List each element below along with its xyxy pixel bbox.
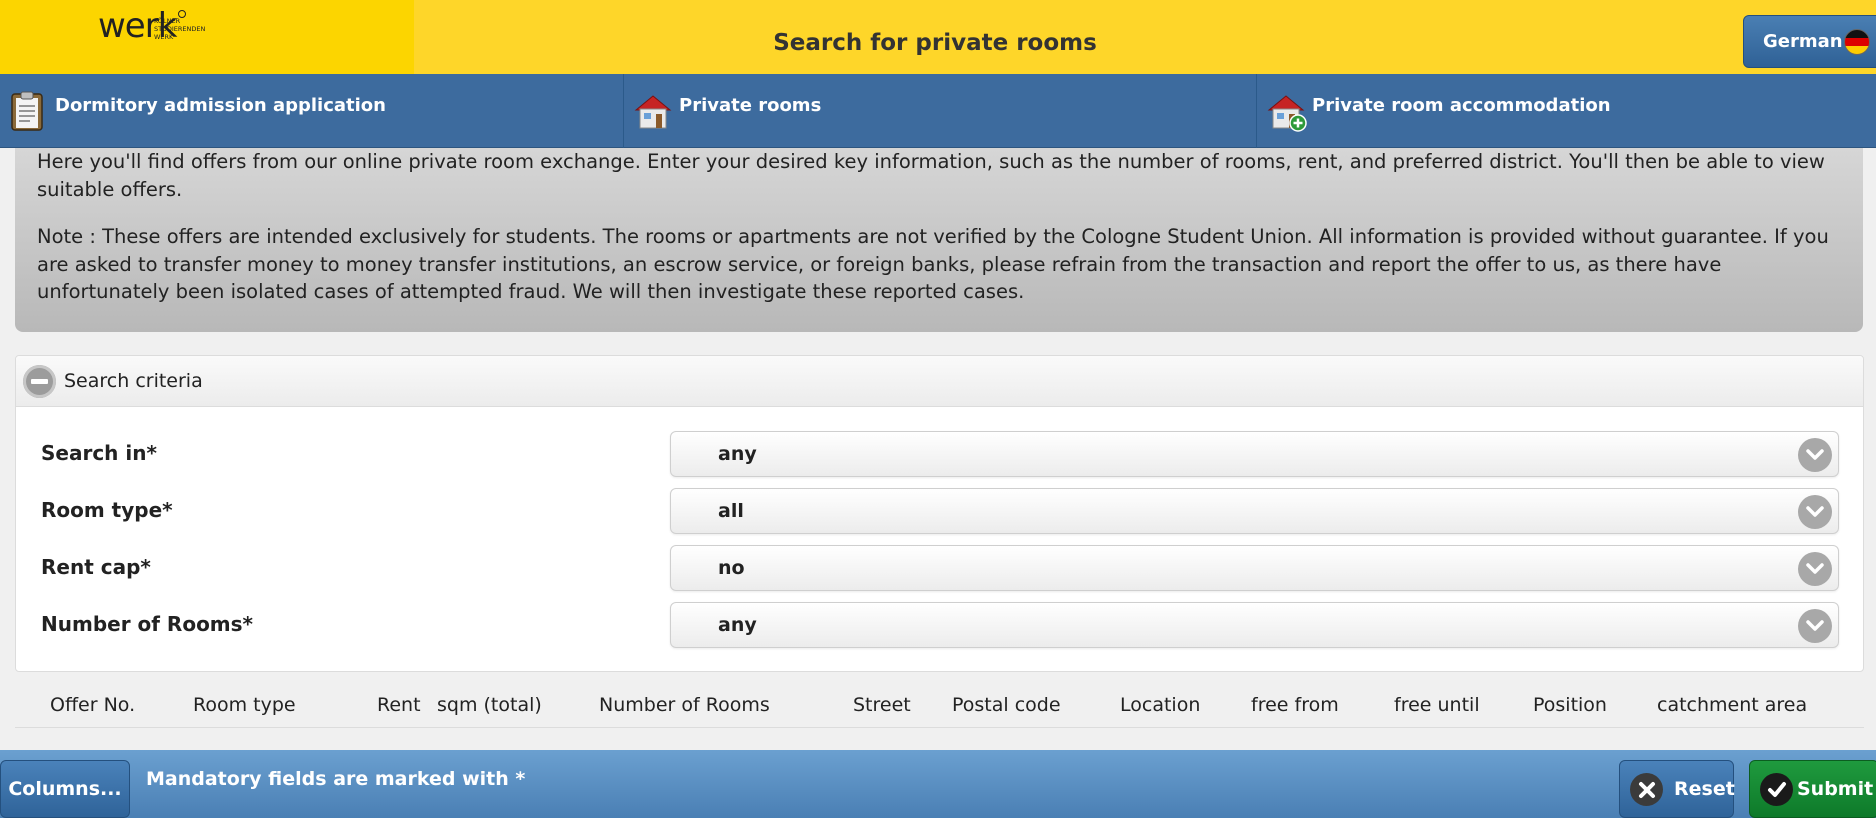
column-header-room-type[interactable]: Room type: [193, 694, 296, 716]
column-header-location[interactable]: Location: [1120, 694, 1200, 716]
main-nav: Dormitory admission application Private …: [0, 74, 1876, 148]
mandatory-note: Mandatory fields are marked with *: [146, 768, 526, 790]
info-paragraph-intro: Here you'll find offers from our online …: [37, 150, 1825, 201]
footer-toolbar: Columns... Mandatory fields are marked w…: [0, 750, 1876, 818]
column-header-street[interactable]: Street: [853, 694, 911, 716]
info-box: Here you'll find offers from our online …: [15, 148, 1863, 332]
select-value: any: [718, 443, 757, 465]
room-type-label: Room type*: [41, 498, 173, 522]
column-header-sqm[interactable]: sqm (total): [437, 694, 542, 716]
select-value: all: [718, 500, 744, 522]
number-of-rooms-label: Number of Rooms*: [41, 612, 254, 636]
nav-item-dormitory-admission[interactable]: Dormitory admission application: [0, 74, 624, 148]
search-in-label: Search in*: [41, 441, 157, 465]
column-header-number-of-rooms[interactable]: Number of Rooms: [599, 694, 770, 716]
nav-item-private-room-accommodation[interactable]: Private room accommodation: [1257, 74, 1876, 148]
chevron-down-icon: [1798, 552, 1832, 586]
column-header-offer-no[interactable]: Offer No.: [50, 694, 135, 716]
house-icon: [632, 90, 674, 132]
chevron-down-icon: [1798, 495, 1832, 529]
reset-label: Reset: [1674, 778, 1735, 800]
columns-button[interactable]: Columns...: [0, 760, 130, 818]
nav-item-private-rooms[interactable]: Private rooms: [624, 74, 1257, 148]
search-criteria-panel: Search criteria Search in* any Room type…: [15, 355, 1864, 672]
column-header-postal-code[interactable]: Postal code: [952, 694, 1061, 716]
column-header-position[interactable]: Position: [1533, 694, 1607, 716]
column-header-free-from[interactable]: free from: [1251, 694, 1339, 716]
chevron-down-icon: [1798, 609, 1832, 643]
nav-label: Private room accommodation: [1312, 95, 1611, 116]
logo-subtitle: KÖLNER STUDIERENDEN WERK: [154, 17, 206, 41]
header: werk KÖLNER STUDIERENDEN WERK Search for…: [0, 0, 1876, 74]
column-header-free-until[interactable]: free until: [1394, 694, 1480, 716]
german-flag-icon: [1844, 29, 1870, 55]
number-of-rooms-select[interactable]: any: [670, 602, 1839, 648]
info-paragraph-note: Note : These offers are intended exclusi…: [37, 225, 1829, 303]
results-table-header: Offer No. Room type Rent sqm (total) Num…: [15, 680, 1864, 728]
nav-label: Dormitory admission application: [55, 95, 386, 116]
page-title: Search for private rooms: [773, 30, 1097, 56]
checkmark-icon: [1760, 773, 1793, 806]
close-icon: [1630, 773, 1663, 806]
house-add-icon: [1265, 90, 1307, 132]
select-value: any: [718, 614, 757, 636]
select-value: no: [718, 557, 745, 579]
chevron-down-icon: [1798, 438, 1832, 472]
search-in-select[interactable]: any: [670, 431, 1839, 477]
language-label: German: [1763, 31, 1843, 52]
column-header-rent[interactable]: Rent: [377, 694, 421, 716]
collapse-icon[interactable]: [23, 365, 56, 398]
reset-button[interactable]: Reset: [1619, 760, 1735, 818]
rent-cap-label: Rent cap*: [41, 555, 151, 579]
search-criteria-title: Search criteria: [64, 370, 203, 392]
submit-button[interactable]: Submit: [1749, 760, 1876, 818]
room-type-select[interactable]: all: [670, 488, 1839, 534]
submit-label: Submit: [1797, 778, 1874, 800]
clipboard-icon: [8, 90, 50, 132]
column-header-catchment-area[interactable]: catchment area: [1657, 694, 1807, 716]
language-button[interactable]: German: [1743, 15, 1876, 68]
logo[interactable]: werk KÖLNER STUDIERENDEN WERK: [0, 0, 414, 74]
search-criteria-header[interactable]: Search criteria: [16, 356, 1863, 407]
rent-cap-select[interactable]: no: [670, 545, 1839, 591]
nav-label: Private rooms: [679, 95, 822, 116]
